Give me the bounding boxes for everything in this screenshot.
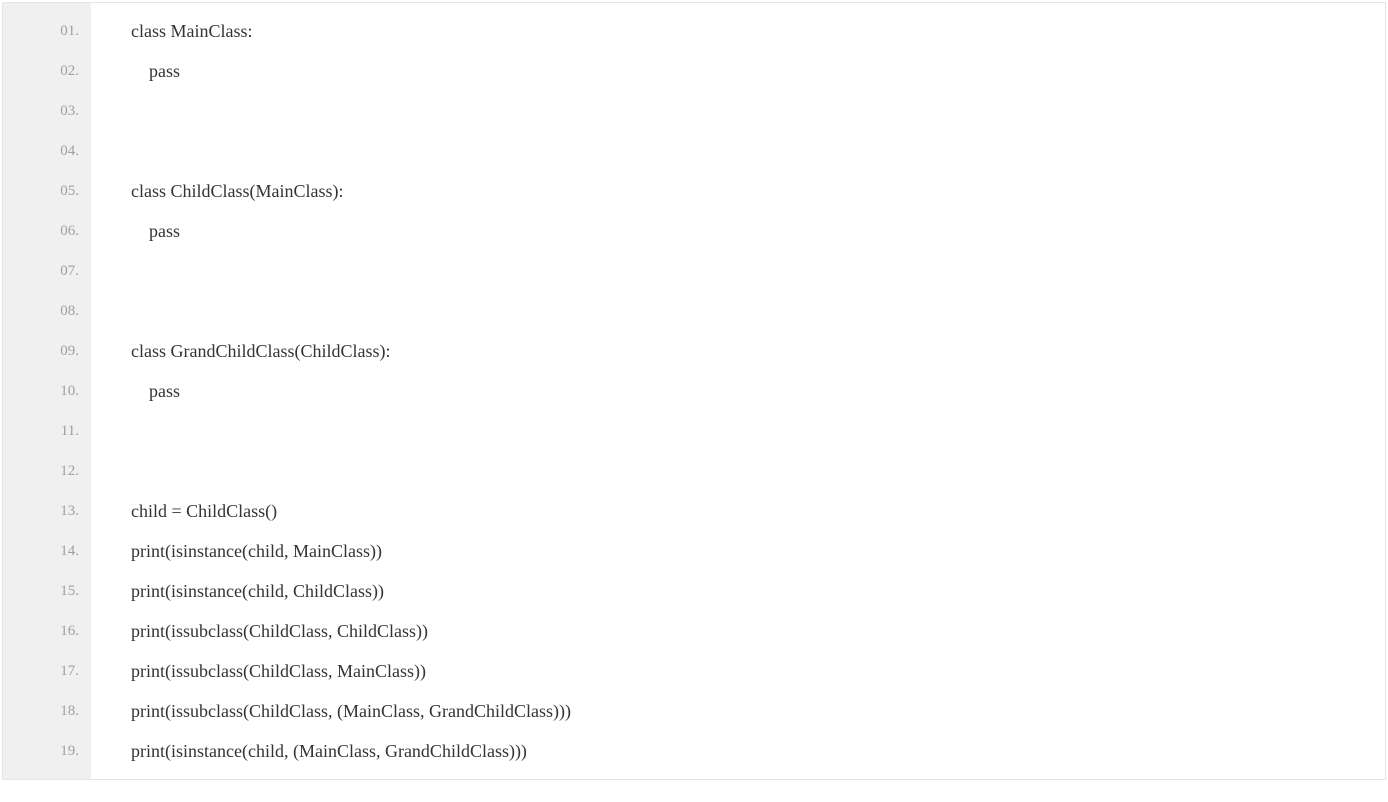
code-line [131,451,1385,491]
code-line: pass [131,371,1385,411]
code-line: pass [131,51,1385,91]
line-number: 06. [3,211,91,251]
line-number: 10. [3,371,91,411]
code-line: class ChildClass(MainClass): [131,171,1385,211]
code-line: print(isinstance(child, MainClass)) [131,531,1385,571]
code-line: pass [131,211,1385,251]
line-number: 08. [3,291,91,331]
code-line [131,131,1385,171]
line-number: 18. [3,691,91,731]
code-line [131,251,1385,291]
code-line: class MainClass: [131,11,1385,51]
code-content[interactable]: class MainClass: pass class ChildClass(M… [91,3,1385,779]
line-number: 13. [3,491,91,531]
code-line: print(isinstance(child, ChildClass)) [131,571,1385,611]
line-number: 19. [3,731,91,771]
line-number-gutter: 01. 02. 03. 04. 05. 06. 07. 08. 09. 10. … [3,3,91,779]
line-number: 03. [3,91,91,131]
code-line: print(issubclass(ChildClass, MainClass)) [131,651,1385,691]
line-number: 16. [3,611,91,651]
code-line [131,291,1385,331]
line-number: 02. [3,51,91,91]
code-line: print(issubclass(ChildClass, ChildClass)… [131,611,1385,651]
line-number: 17. [3,651,91,691]
line-number: 04. [3,131,91,171]
line-number: 11. [3,411,91,451]
code-line: class GrandChildClass(ChildClass): [131,331,1385,371]
line-number: 14. [3,531,91,571]
code-line: print(isinstance(child, (MainClass, Gran… [131,731,1385,771]
code-block: 01. 02. 03. 04. 05. 06. 07. 08. 09. 10. … [2,2,1386,780]
code-line [131,411,1385,451]
line-number: 09. [3,331,91,371]
code-line [131,91,1385,131]
line-number: 15. [3,571,91,611]
code-line: child = ChildClass() [131,491,1385,531]
line-number: 01. [3,11,91,51]
line-number: 07. [3,251,91,291]
line-number: 05. [3,171,91,211]
line-number: 12. [3,451,91,491]
code-line: print(issubclass(ChildClass, (MainClass,… [131,691,1385,731]
